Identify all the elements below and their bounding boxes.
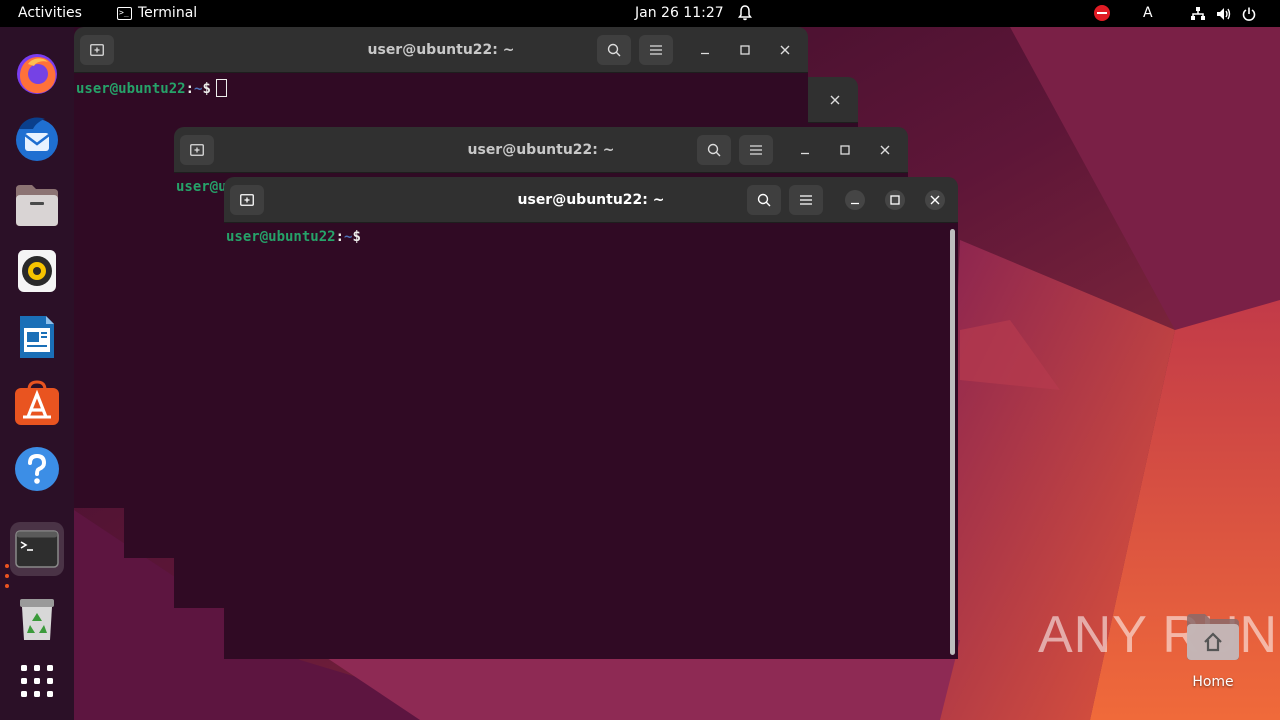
maximize-icon — [740, 45, 750, 55]
app-menu-terminal[interactable]: >_ Terminal — [117, 0, 197, 27]
shell-prompt: user@ubuntu22:~$ — [226, 229, 361, 245]
shell-prompt: user@ubuntu22:~$ — [76, 79, 227, 97]
menu-button[interactable] — [739, 135, 773, 165]
home-folder-label: Home — [1192, 674, 1234, 690]
terminal-body[interactable]: user@ubuntu22:~$ — [224, 223, 958, 659]
trash-icon — [20, 599, 54, 640]
app-grid-icon — [21, 665, 53, 697]
terminal-icon — [15, 530, 59, 568]
system-tray[interactable] — [1190, 0, 1256, 27]
search-icon — [707, 143, 721, 157]
input-source-indicator[interactable]: A — [1143, 0, 1153, 27]
search-icon — [607, 43, 621, 57]
terminal-window-3[interactable]: user@ubuntu22: ~ user@ubuntu22:~$ — [224, 177, 958, 659]
prompt-user: user@ubuntu22 — [76, 81, 186, 97]
new-tab-icon — [240, 194, 254, 206]
window-titlebar[interactable]: user@ubuntu22: ~ — [174, 127, 908, 173]
hamburger-menu-icon — [650, 45, 662, 55]
dock-item-terminal[interactable] — [10, 522, 64, 576]
firefox-icon — [17, 54, 57, 94]
network-icon — [1191, 6, 1205, 20]
minimize-button[interactable] — [795, 140, 815, 160]
close-button[interactable] — [875, 140, 895, 160]
maximize-icon — [840, 145, 850, 155]
close-button[interactable] — [775, 40, 795, 60]
dock — [0, 27, 74, 720]
clock[interactable]: Jan 26 11:27 — [635, 0, 724, 27]
new-tab-button[interactable] — [230, 185, 264, 215]
close-icon — [930, 195, 940, 205]
text-cursor — [215, 79, 227, 97]
desktop-home-folder[interactable]: Home — [1180, 612, 1246, 690]
prompt-dollar: $ — [202, 81, 211, 97]
close-button[interactable] — [825, 90, 845, 110]
search-button[interactable] — [697, 135, 731, 165]
top-bar: Activities >_ Terminal Jan 26 11:27 A — [0, 0, 1280, 27]
new-tab-button[interactable] — [80, 35, 114, 65]
volume-icon — [1217, 7, 1231, 20]
running-indicator — [5, 564, 9, 594]
dock-item-show-applications[interactable] — [10, 654, 64, 708]
close-icon — [830, 95, 840, 105]
dock-item-files[interactable] — [10, 178, 64, 232]
files-icon — [16, 185, 58, 226]
window-titlebar[interactable]: user@ubuntu22: ~ — [224, 177, 958, 223]
search-button[interactable] — [747, 185, 781, 215]
prompt-user: user@ubuntu22 — [226, 229, 336, 245]
power-icon — [1242, 7, 1256, 21]
hamburger-menu-icon — [800, 195, 812, 205]
do-not-disturb-icon[interactable] — [1094, 5, 1110, 21]
dock-item-ubuntu-software[interactable] — [10, 376, 64, 430]
minimize-button[interactable] — [695, 40, 715, 60]
help-icon — [15, 447, 59, 491]
dock-item-rhythmbox[interactable] — [10, 244, 64, 298]
prompt-dollar: $ — [352, 229, 361, 245]
menu-button[interactable] — [789, 185, 823, 215]
terminal-app-icon: >_ — [117, 7, 132, 20]
home-folder-icon — [1187, 614, 1239, 660]
dock-item-thunderbird[interactable] — [10, 112, 64, 166]
terminal-scrollbar[interactable] — [950, 229, 955, 655]
prompt-sep: : — [185, 81, 195, 97]
rhythmbox-icon — [18, 250, 56, 292]
writer-icon — [20, 316, 54, 358]
notification-bell-icon[interactable] — [738, 0, 752, 27]
dock-item-libreoffice-writer[interactable] — [10, 310, 64, 364]
dock-item-trash[interactable] — [10, 592, 64, 646]
activities-button[interactable]: Activities — [18, 0, 82, 27]
maximize-button[interactable] — [885, 190, 905, 210]
search-button[interactable] — [597, 35, 631, 65]
hamburger-menu-icon — [750, 145, 762, 155]
new-tab-button[interactable] — [180, 135, 214, 165]
new-tab-icon — [90, 44, 104, 56]
close-icon — [880, 145, 890, 155]
maximize-button[interactable] — [735, 40, 755, 60]
dock-item-firefox[interactable] — [10, 46, 64, 100]
close-button[interactable] — [925, 190, 945, 210]
search-icon — [757, 193, 771, 207]
maximize-icon — [890, 195, 900, 205]
menu-button[interactable] — [639, 35, 673, 65]
minimize-button[interactable] — [845, 190, 865, 210]
app-menu-label: Terminal — [138, 5, 198, 21]
maximize-button[interactable] — [835, 140, 855, 160]
prompt-sep: : — [335, 229, 345, 245]
close-icon — [780, 45, 790, 55]
window-titlebar[interactable]: user@ubuntu22: ~ — [74, 27, 808, 73]
thunderbird-icon — [16, 117, 58, 161]
software-icon — [15, 380, 59, 425]
minimize-icon — [801, 152, 809, 155]
minimize-icon — [701, 52, 709, 55]
dock-item-help[interactable] — [10, 442, 64, 496]
minimize-icon — [851, 202, 859, 205]
new-tab-icon — [190, 144, 204, 156]
